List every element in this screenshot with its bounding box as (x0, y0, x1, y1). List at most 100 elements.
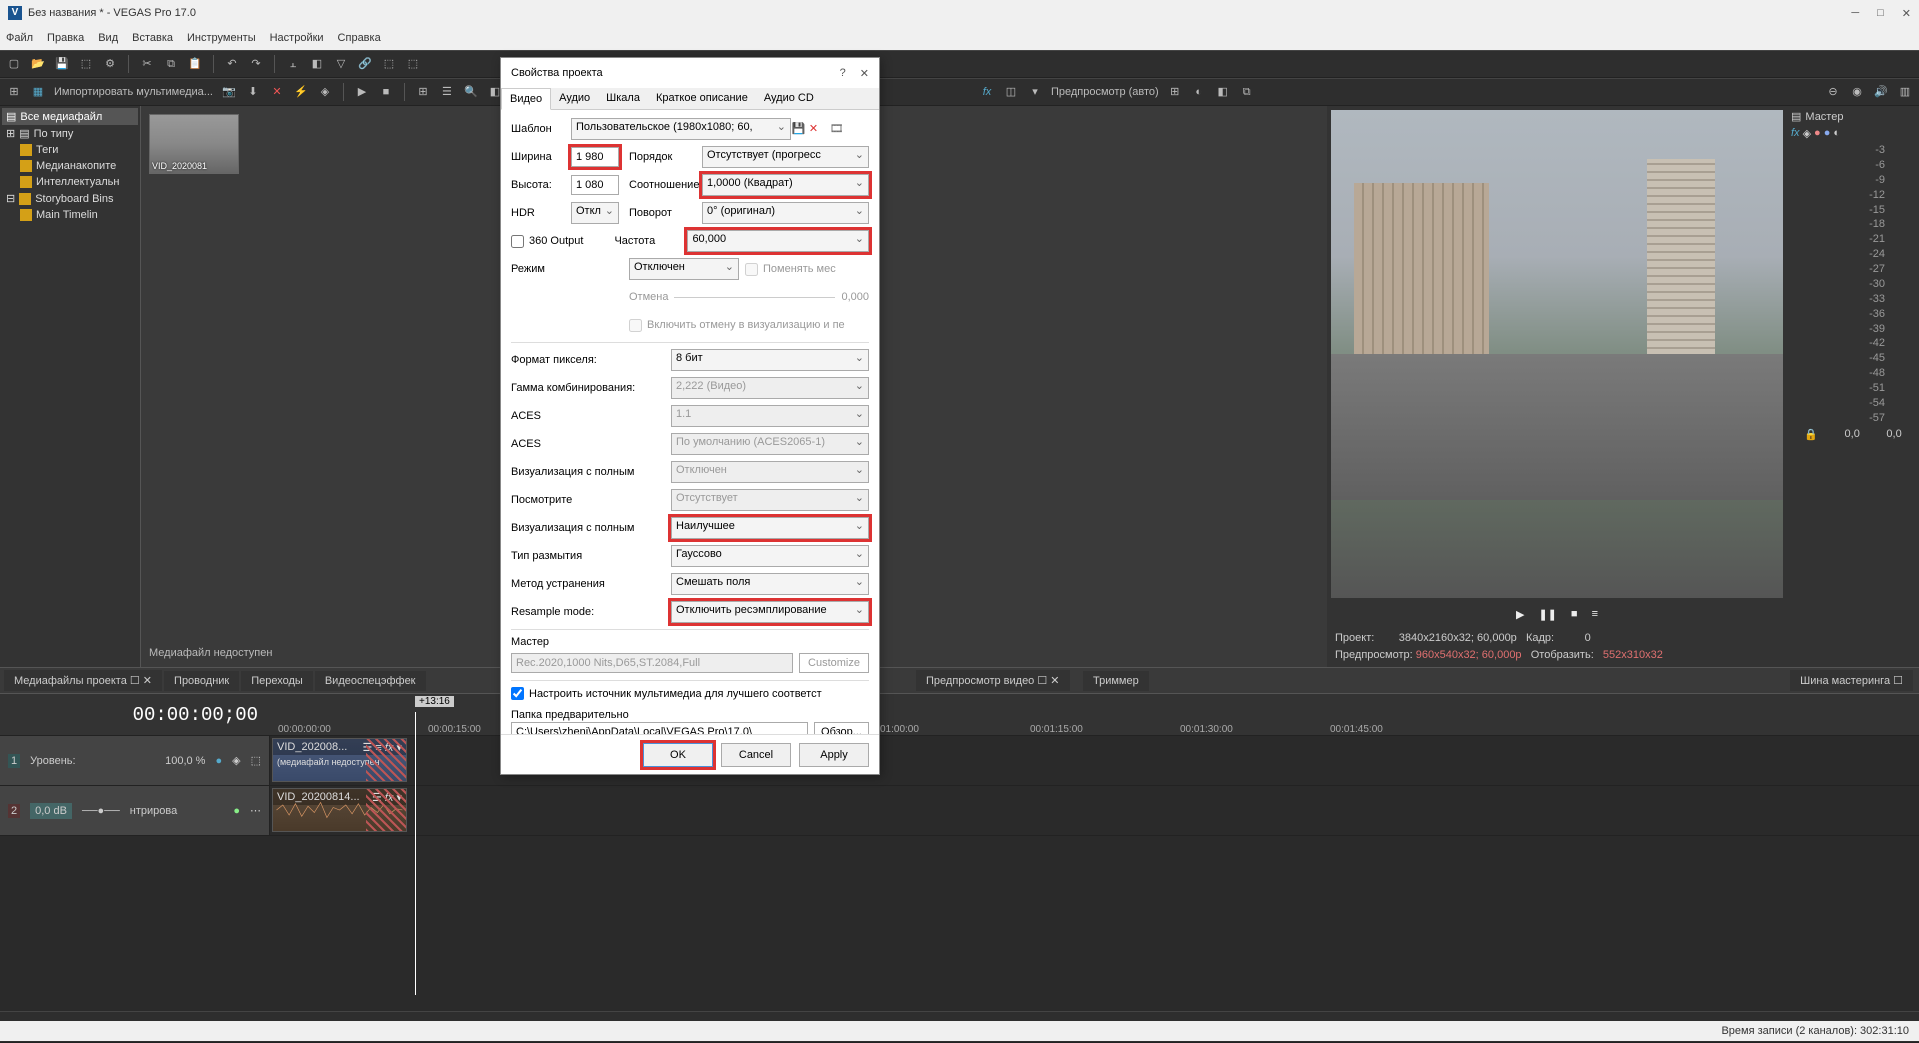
tree-disks[interactable]: Медианакопите (2, 158, 138, 174)
video-clip[interactable]: VID_202008...☰ ≡ fx ▾ (медиафайл недосту… (272, 738, 407, 782)
menu-view[interactable]: Вид (98, 32, 118, 44)
template-match-icon[interactable]: 🎞 (829, 122, 844, 137)
menu-settings[interactable]: Настройки (270, 32, 324, 44)
ext-icon[interactable]: ◐ (1191, 84, 1207, 100)
ok-button[interactable]: OK (643, 743, 713, 767)
minimize-icon[interactable]: ─ (1851, 7, 1859, 20)
preview-pause-icon[interactable]: ❚❚ (1538, 608, 1556, 621)
preview-fx-icon[interactable]: fx (979, 84, 995, 100)
width-input[interactable] (571, 147, 619, 167)
tab-summary[interactable]: Краткое описание (648, 88, 756, 109)
browse-button[interactable]: Обзор... (814, 722, 869, 734)
dialog-help-icon[interactable]: ? (840, 67, 846, 80)
maximize-icon[interactable]: □ (1877, 7, 1884, 20)
pixelformat-select[interactable]: 8 бит (671, 349, 869, 371)
master-solo-icon[interactable]: ◉ (1849, 84, 1865, 100)
tree-smart[interactable]: Интеллектуальн (2, 174, 138, 190)
audio-track-header[interactable]: 2 0,0 dB ──●── нтрирова ●⋯ (0, 786, 270, 835)
rotation-select[interactable]: 0° (оригинал) (702, 202, 869, 224)
preview-quality-select[interactable]: Предпросмотр (авто) (1051, 86, 1159, 98)
tab-preview[interactable]: Предпросмотр видео ☐ ✕ (916, 670, 1070, 691)
tab-master-bus[interactable]: Шина мастеринга ☐ (1790, 670, 1913, 691)
tree-by-type[interactable]: ⊞▤По типу (2, 125, 138, 142)
video-track-header[interactable]: 1 Уровень: 100,0 % ●◈⬚ (0, 736, 270, 785)
copy2-icon[interactable]: ⧉ (1239, 84, 1255, 100)
blur-type-select[interactable]: Гауссово (671, 545, 869, 567)
menu-help[interactable]: Справка (338, 32, 381, 44)
props-icon[interactable]: ◈ (317, 84, 333, 100)
prerender-folder-input[interactable] (511, 722, 808, 734)
marker[interactable]: +13:16 (415, 696, 454, 707)
menu-insert[interactable]: Вставка (132, 32, 173, 44)
event-icon[interactable]: ⬚ (405, 56, 421, 72)
hdr-select[interactable]: Откл (571, 202, 619, 224)
framerate-select[interactable]: 60,000 (687, 230, 869, 252)
preview-menu-icon[interactable]: ≡ (1592, 608, 1598, 620)
new-icon[interactable]: ▢ (6, 56, 22, 72)
link-icon[interactable]: 🔗 (357, 56, 373, 72)
resample-select[interactable]: Отключить ресэмплирование (671, 601, 869, 623)
copy-icon[interactable]: ⧉ (163, 56, 179, 72)
apply-button[interactable]: Apply (799, 743, 869, 767)
tab-transitions[interactable]: Переходы (241, 671, 313, 691)
adjust-source-checkbox[interactable]: Настроить источник мультимедиа для лучше… (511, 687, 822, 700)
autocrossfade-icon[interactable]: ▽ (333, 56, 349, 72)
remove-icon[interactable]: ✕ (269, 84, 285, 100)
aspect-select[interactable]: 1,0000 (Квадрат) (702, 174, 869, 196)
tree-storyboard[interactable]: ⊟Storyboard Bins (2, 190, 138, 207)
snap2-icon[interactable]: ◧ (1215, 84, 1231, 100)
template-delete-icon[interactable]: ✕ (806, 122, 821, 137)
render-quality-select[interactable]: Наилучшее (671, 517, 869, 539)
timecode[interactable]: 00:00:00;00 (133, 704, 258, 726)
preview-play-icon[interactable]: ▶ (1516, 608, 1524, 621)
media-thumb[interactable]: VID_2020081 (149, 114, 239, 174)
import-media-button[interactable]: Импортировать мультимедиа... (54, 86, 213, 98)
height-input[interactable] (571, 175, 619, 195)
split-icon[interactable]: ◫ (1003, 84, 1019, 100)
render-icon[interactable]: ⬚ (78, 56, 94, 72)
tree-icon[interactable]: ⊞ (6, 84, 22, 100)
open-icon[interactable]: 📂 (30, 56, 46, 72)
grid-icon[interactable]: ⊞ (1167, 84, 1183, 100)
preview-stop-icon[interactable]: ■ (1571, 608, 1578, 620)
search-icon[interactable]: 🔍 (463, 84, 479, 100)
tree-tags[interactable]: Теги (2, 142, 138, 158)
lock-icon[interactable]: ⬚ (381, 56, 397, 72)
media-icon[interactable]: ▦ (30, 84, 46, 100)
stop-icon[interactable]: ■ (378, 84, 394, 100)
master-output-icon[interactable]: ▥ (1897, 84, 1913, 100)
fieldorder-select[interactable]: Отсутствует (прогресс (702, 146, 869, 168)
menu-tools[interactable]: Инструменты (187, 32, 256, 44)
tab-vfx[interactable]: Видеоспецэффек (315, 671, 426, 691)
get-icon[interactable]: ⬇ (245, 84, 261, 100)
master-mute-icon[interactable]: ⊖ (1825, 84, 1841, 100)
template-save-icon[interactable]: 💾 (791, 122, 806, 137)
undo-render-checkbox[interactable]: Включить отмену в визуализацию и пе (629, 319, 845, 332)
tab-video[interactable]: Видео (501, 88, 551, 110)
menu-edit[interactable]: Правка (47, 32, 84, 44)
view-list-icon[interactable]: ⊞ (415, 84, 431, 100)
cut-icon[interactable]: ✂ (139, 56, 155, 72)
template-select[interactable]: Пользовательское (1980x1080; 60, (571, 118, 791, 140)
quality-icon[interactable]: ▾ (1027, 84, 1043, 100)
ripple-icon[interactable]: ◧ (309, 56, 325, 72)
dialog-close-icon[interactable]: ✕ (860, 67, 869, 80)
audio-clip[interactable]: VID_20200814...☰ fx ▾ (272, 788, 407, 832)
view-details-icon[interactable]: ☰ (439, 84, 455, 100)
undo-icon[interactable]: ↶ (224, 56, 240, 72)
fx-icon[interactable]: ⚡ (293, 84, 309, 100)
swap-checkbox[interactable]: Поменять мес (745, 263, 836, 276)
tab-audiocd[interactable]: Аудио CD (756, 88, 822, 109)
tree-all-media[interactable]: ▤Все медиафайл (2, 108, 138, 125)
deinterlace-select[interactable]: Смешать поля (671, 573, 869, 595)
tab-audio[interactable]: Аудио (551, 88, 598, 109)
menu-file[interactable]: Файл (6, 32, 33, 44)
capture-icon[interactable]: 📷 (221, 84, 237, 100)
360-output-checkbox[interactable]: 360 Output (511, 235, 583, 248)
tab-scale[interactable]: Шкала (598, 88, 648, 109)
master-dim-icon[interactable]: 🔊 (1873, 84, 1889, 100)
tab-trimmer[interactable]: Триммер (1083, 671, 1149, 691)
play-icon[interactable]: ▶ (354, 84, 370, 100)
tree-main-timeline[interactable]: Main Timelin (2, 207, 138, 223)
cancel-button[interactable]: Cancel (721, 743, 791, 767)
